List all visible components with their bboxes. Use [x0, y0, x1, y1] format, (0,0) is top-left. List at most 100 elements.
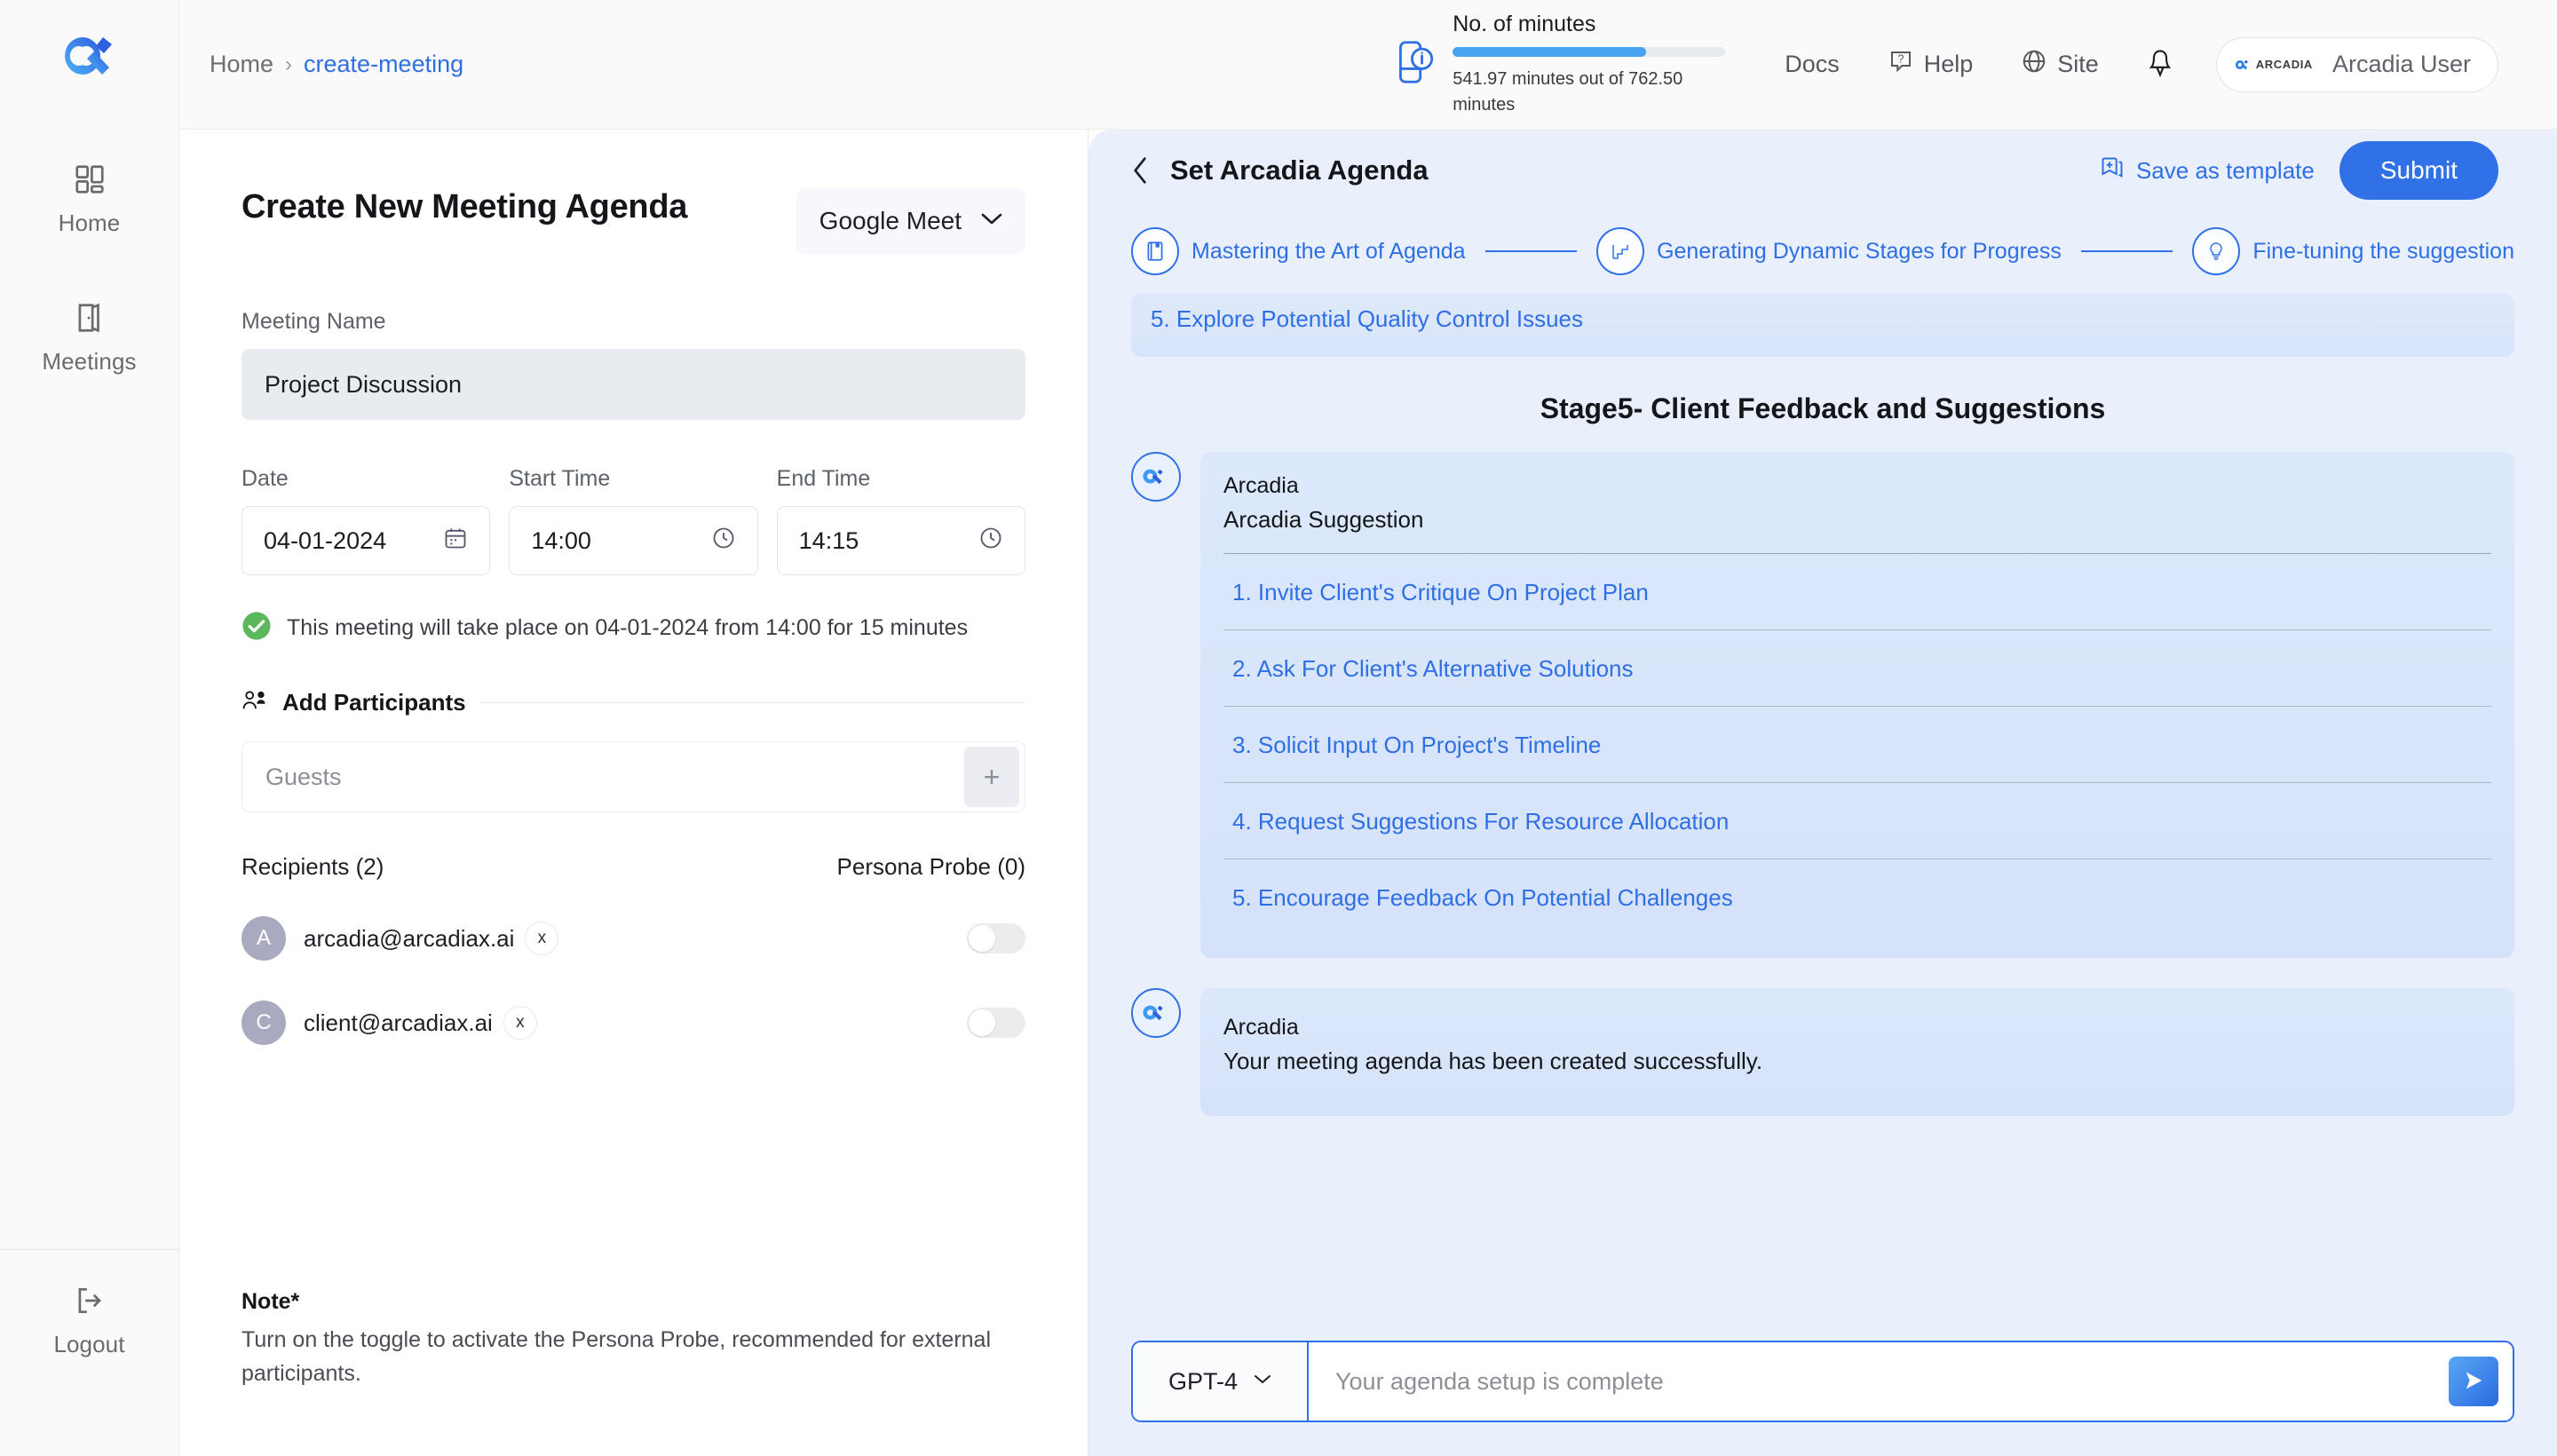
agenda-header: Set Arcadia Agenda Save as template Subm…: [1089, 130, 2557, 211]
agenda-stepper: Mastering the Art of Agenda Generating D…: [1089, 211, 2557, 286]
minutes-progress-bar: [1453, 46, 1726, 57]
recipient-row: C client@arcadiax.ai x: [241, 997, 1025, 1048]
breadcrumb-separator: ›: [285, 51, 293, 76]
suggestion-link[interactable]: 1. Invite Client's Critique On Project P…: [1232, 579, 1649, 605]
add-guest-button[interactable]: +: [964, 747, 1019, 807]
save-as-template-button[interactable]: Save as template: [2100, 155, 2315, 186]
guests-input[interactable]: [265, 763, 964, 791]
breadcrumb: Home › create-meeting: [210, 51, 463, 78]
recipients-list: A arcadia@arcadiax.ai x C client@arcadia…: [241, 913, 1025, 1081]
agenda-item-link[interactable]: 5. Explore Potential Quality Control Iss…: [1151, 293, 1583, 333]
suggestion-link[interactable]: 4. Request Suggestions For Resource Allo…: [1232, 808, 1729, 835]
globe-icon: [2021, 48, 2047, 81]
grid-icon: [73, 162, 107, 201]
add-participants-label: Add Participants: [282, 689, 466, 716]
remove-recipient-button[interactable]: x: [503, 1006, 537, 1040]
date-value: 04-01-2024: [264, 526, 387, 554]
model-select-value: GPT-4: [1168, 1367, 1239, 1395]
minutes-title: No. of minutes: [1453, 11, 1596, 36]
persona-probe-toggle[interactable]: [967, 923, 1025, 954]
page-title: Create New Meeting Agenda: [241, 188, 688, 226]
message-sender: Arcadia: [1223, 473, 1299, 498]
clock-icon[interactable]: [978, 526, 1003, 557]
suggestion-item[interactable]: 3. Solicit Input On Project's Timeline: [1223, 706, 2491, 782]
suggestion-item[interactable]: 4. Request Suggestions For Resource Allo…: [1223, 782, 2491, 859]
lightbulb-icon: [2192, 227, 2241, 275]
user-chip[interactable]: ARCADIA Arcadia User: [2215, 36, 2498, 92]
sidebar-item-meetings[interactable]: Meetings: [0, 301, 178, 376]
sidebar-item-label: Home: [58, 210, 121, 236]
clock-icon[interactable]: [711, 526, 736, 557]
send-icon: [2461, 1368, 2486, 1396]
svg-text:?: ?: [1897, 52, 1904, 65]
topnav-site[interactable]: Site: [2021, 48, 2099, 81]
form-spacer: [241, 1081, 1025, 1289]
submit-button[interactable]: Submit: [2339, 141, 2498, 200]
message-text: Your meeting agenda has been created suc…: [1223, 1048, 1763, 1074]
note-text: Turn on the toggle to activate the Perso…: [241, 1327, 992, 1386]
suggestion-link[interactable]: 2. Ask For Client's Alternative Solution…: [1232, 655, 1634, 682]
stepper-step-3[interactable]: Fine-tuning the suggestion: [2192, 227, 2514, 275]
chevron-left-icon[interactable]: [1131, 156, 1149, 185]
suggestion-list: 1. Invite Client's Critique On Project P…: [1223, 553, 2491, 935]
user-chip-brand: ARCADIA: [2255, 58, 2313, 71]
meeting-form-panel: Create New Meeting Agenda Google Meet Me…: [179, 130, 1089, 1456]
recipient-email: arcadia@arcadiax.ai: [304, 924, 515, 952]
chat-input[interactable]: [1335, 1367, 2449, 1396]
suggestion-link[interactable]: 5. Encourage Feedback On Potential Chall…: [1232, 884, 1733, 911]
topnav-label: Help: [1923, 51, 1974, 77]
breadcrumb-home[interactable]: Home: [210, 51, 273, 78]
topbar: Home › create-meeting No. of minutes 541…: [179, 0, 2557, 130]
stepper-label: Fine-tuning the suggestion: [2252, 238, 2514, 264]
note-title: Note*: [241, 1289, 300, 1314]
suggestion-item[interactable]: 1. Invite Client's Critique On Project P…: [1223, 553, 2491, 629]
meeting-name-input[interactable]: Project Discussion: [241, 349, 1025, 420]
sidebar-item-home[interactable]: Home: [0, 162, 178, 237]
end-time-value: 14:15: [798, 526, 859, 554]
breadcrumb-current[interactable]: create-meeting: [304, 51, 463, 78]
arcadia-logo-icon[interactable]: [62, 32, 117, 86]
suggestion-message: Arcadia Arcadia Suggestion 1. Invite Cli…: [1131, 452, 2514, 958]
end-time-field: End Time 14:15: [776, 420, 1025, 575]
recipients-header: Recipients (2) Persona Probe (0): [241, 853, 1025, 881]
calendar-icon[interactable]: [443, 526, 468, 557]
start-time-label: Start Time: [509, 466, 611, 491]
agenda-scroll-area[interactable]: 5. Explore Potential Quality Control Iss…: [1089, 286, 2557, 1314]
send-button[interactable]: [2449, 1357, 2498, 1406]
message-sender: Arcadia: [1223, 1015, 1299, 1040]
date-field: Date 04-01-2024: [241, 420, 491, 575]
suggestion-link[interactable]: 3. Solicit Input On Project's Timeline: [1232, 732, 1601, 758]
suggestion-item[interactable]: 5. Encourage Feedback On Potential Chall…: [1223, 859, 2491, 935]
chat-input-bar: GPT-4: [1131, 1341, 2514, 1422]
logout-icon: [73, 1284, 107, 1322]
start-time-input[interactable]: 14:00: [509, 506, 758, 575]
message-subtitle: Arcadia Suggestion: [1223, 506, 1424, 533]
persona-probe-toggle[interactable]: [967, 1008, 1025, 1038]
add-person-icon: [241, 689, 268, 716]
topnav-help[interactable]: ? Help: [1888, 48, 1974, 81]
suggestion-item[interactable]: 2. Ask For Client's Alternative Solution…: [1223, 629, 2491, 706]
model-select[interactable]: GPT-4: [1133, 1342, 1309, 1420]
date-input[interactable]: 04-01-2024: [241, 506, 491, 575]
notification-bell-icon[interactable]: [2145, 48, 2175, 82]
book-icon: [1131, 227, 1179, 275]
sidebar-item-logout[interactable]: Logout: [0, 1284, 178, 1358]
form-header: Create New Meeting Agenda Google Meet: [241, 188, 1025, 254]
stepper-step-2[interactable]: Generating Dynamic Stages for Progress: [1596, 227, 2062, 275]
topnav-docs[interactable]: Docs: [1785, 51, 1840, 78]
stepper-label: Mastering the Art of Agenda: [1191, 238, 1466, 264]
stage-title: Stage5- Client Feedback and Suggestions: [1540, 392, 2106, 424]
agenda-title: Set Arcadia Agenda: [1170, 154, 1429, 186]
remove-recipient-button[interactable]: x: [525, 922, 559, 955]
persona-probe-label: Persona Probe (0): [836, 853, 1025, 880]
avatar: C: [241, 1001, 286, 1045]
arcadia-avatar-icon: [1131, 988, 1181, 1038]
previous-agenda-card: 5. Explore Potential Quality Control Iss…: [1131, 293, 2514, 357]
platform-select-value: Google Meet: [819, 207, 962, 234]
stepper-step-1[interactable]: Mastering the Art of Agenda: [1131, 227, 1466, 275]
platform-select[interactable]: Google Meet: [796, 188, 1025, 254]
end-time-input[interactable]: 14:15: [776, 506, 1025, 575]
final-message: Arcadia Your meeting agenda has been cre…: [1131, 988, 2514, 1116]
save-template-icon: [2100, 155, 2125, 186]
final-message-body: Arcadia Your meeting agenda has been cre…: [1200, 988, 2514, 1116]
